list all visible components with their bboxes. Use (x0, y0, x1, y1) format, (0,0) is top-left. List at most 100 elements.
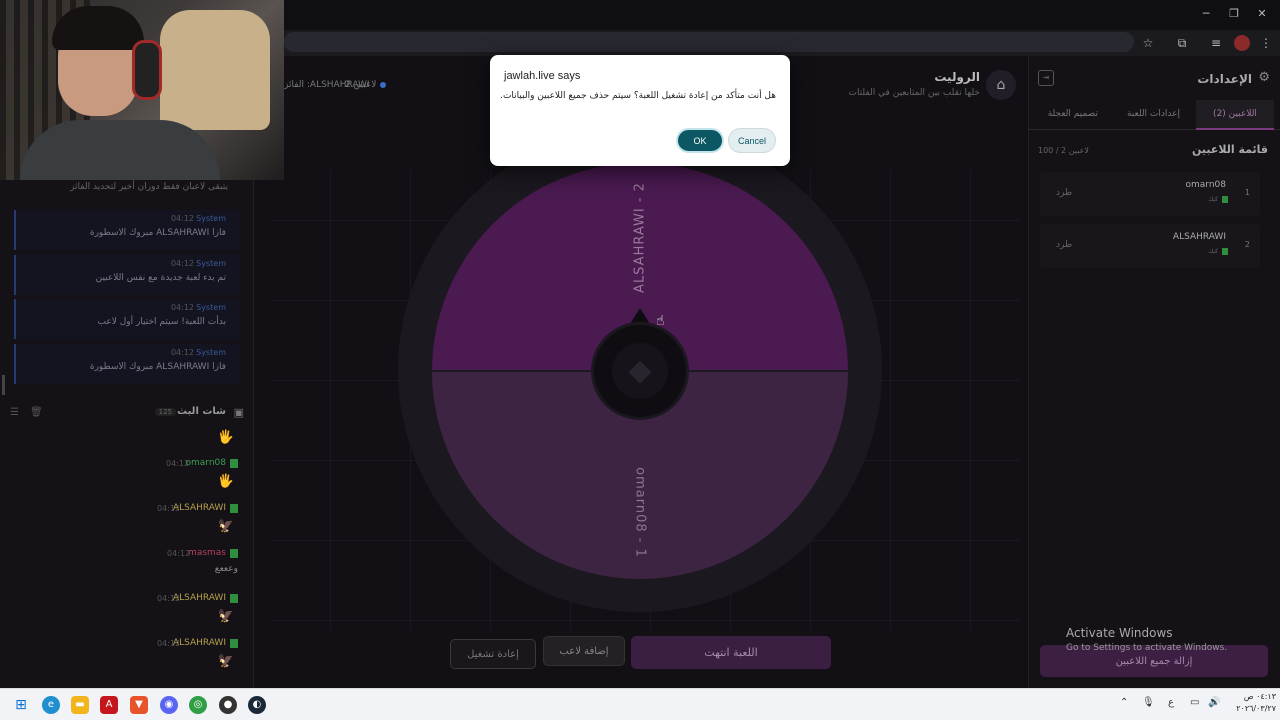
game-over-button[interactable]: اللعبة انتهت (631, 636, 831, 669)
chat-time: 04:12 (157, 504, 181, 513)
kick-badge-icon (230, 459, 238, 468)
players-list-title: قائمة اللاعبين (1192, 143, 1268, 156)
tab-players[interactable]: اللاعبين (2) (1196, 100, 1274, 130)
player-count: 2 لاعبين (345, 80, 377, 90)
system-message-text: مبروك الاسطورة ALSAHRAWI فازا (89, 362, 226, 372)
steam-icon[interactable]: ◐ (248, 696, 266, 714)
system-message: System 04:12 تم بدء لعبة جديدة مع نفس ال… (14, 255, 240, 295)
system-message-author: System (196, 214, 226, 223)
player-platform: كيك (1208, 248, 1218, 255)
restart-button[interactable]: إعادة تشغيل (450, 639, 536, 669)
chat-username: masmas (188, 548, 226, 558)
taskbar-clock[interactable]: ٠٤:١٣ ص ٢٠٢٦/٠٣/٢٧ (1226, 691, 1276, 715)
home-button[interactable]: ⌂ (986, 70, 1016, 100)
system-message-text: مبروك الاسطورة ALSAHRAWI فازا (89, 228, 226, 238)
wolf-logo-icon: ◆ (612, 343, 668, 399)
live-chat-title: شات البث (177, 406, 226, 417)
media-control-icon[interactable]: ≡ (1208, 35, 1224, 51)
player-index: 1 (1244, 188, 1250, 197)
tray-overflow-chevron-icon[interactable]: ⌃ (1120, 697, 1128, 708)
chat-username: ALSAHRAWI (172, 593, 226, 603)
address-bar[interactable] (284, 32, 1134, 52)
dialog-title: jawlah.live says (504, 70, 581, 82)
minimize-button[interactable]: ─ (1196, 6, 1216, 22)
chat-message: ALSAHRAWI 04:12 🦅 (0, 593, 254, 633)
chrome-browser-icon[interactable]: ◎ (189, 696, 207, 714)
system-message-author: System (196, 259, 226, 268)
chat-scrollbar[interactable] (2, 375, 5, 395)
edge-browser-icon[interactable]: e (42, 696, 60, 714)
system-message: System 04:12 مبروك الاسطورة ALSAHRAWI فا… (14, 344, 240, 384)
live-status-dot (380, 82, 386, 88)
browser-menu-icon[interactable]: ⋮ (1258, 35, 1274, 51)
collapse-panel-icon[interactable]: ⇥ (1038, 70, 1054, 86)
system-message-author: System (196, 348, 226, 357)
chat-bubble-icon: ▣ (233, 406, 244, 419)
activate-windows-title: Activate Windows (1066, 626, 1173, 640)
brave-browser-icon[interactable]: ▼ (130, 696, 148, 714)
kick-badge-icon (230, 594, 238, 603)
network-icon[interactable]: ▭ (1190, 697, 1199, 708)
close-button[interactable]: ✕ (1252, 6, 1272, 22)
settings-tabs: اللاعبين (2) إعدادات اللعبة تصميم العجلة (1028, 100, 1280, 130)
tab-game-settings[interactable]: إعدادات اللعبة (1127, 109, 1180, 119)
player-index: 2 (1244, 240, 1250, 249)
discord-icon[interactable]: ◉ (160, 696, 178, 714)
kick-badge-icon (230, 504, 238, 513)
wheel-segment-label: omarn08 - 1 (632, 467, 648, 558)
maximize-button[interactable]: ❐ (1224, 6, 1244, 22)
kick-player-button[interactable]: طرد (1056, 188, 1072, 198)
hand-cursor-icon: ☝ (656, 313, 665, 329)
webcam-chair (160, 10, 270, 130)
microphone-icon[interactable]: 🎙 (1142, 697, 1155, 708)
dialog-ok-button[interactable]: OK (676, 128, 724, 153)
chat-options-icon[interactable]: ☰ (10, 407, 19, 418)
chat-time: 04:12 (167, 549, 191, 558)
obs-studio-icon[interactable]: ● (219, 696, 237, 714)
extensions-icon[interactable]: ⧉ (1174, 35, 1190, 51)
settings-title: الإعدادات (1197, 72, 1252, 86)
add-player-button[interactable]: إضافة لاعب (543, 636, 625, 666)
chat-time: 04:12 (157, 594, 181, 603)
webcam-overlay (0, 0, 284, 180)
page-subtitle: خلها تقلب بين المتابعين في الفلتات (848, 88, 980, 98)
input-language-indicator[interactable]: ع (1168, 697, 1174, 708)
live-chat-count-badge: 125 (154, 408, 176, 416)
home-icon: ⌂ (996, 77, 1006, 93)
windows-start-icon[interactable]: ⊞ (12, 696, 30, 714)
system-message-time: 04:12 (170, 214, 194, 223)
kick-badge-icon (1222, 196, 1228, 203)
system-message: System 04:12 بدأت اللعبة! سيتم اختيار أو… (14, 299, 240, 339)
acrobat-icon[interactable]: A (100, 696, 118, 714)
grid-line (970, 170, 971, 630)
grid-line (330, 170, 331, 630)
profile-avatar-icon[interactable] (1234, 35, 1250, 51)
confirm-dialog: jawlah.live says هل أنت متأكد من إعادة ت… (490, 55, 790, 166)
player-row: 2 ALSAHRAWI كيك طرد (1040, 224, 1260, 268)
player-platform: كيك (1208, 196, 1218, 203)
chat-message: masmas 04:12 وعععع (0, 548, 254, 588)
clear-chat-trash-icon[interactable]: 🗑 (30, 407, 43, 418)
system-message-time: 04:12 (170, 259, 194, 268)
player-row: 1 omarn08 كيك طرد (1040, 172, 1260, 216)
chat-time: 04:12 (166, 459, 190, 468)
file-explorer-icon[interactable]: ▬ (71, 696, 89, 714)
volume-icon[interactable]: 🔊 (1208, 697, 1220, 708)
dialog-cancel-button[interactable]: Cancel (728, 128, 776, 153)
tab-wheel-design[interactable]: تصميم العجلة (1048, 109, 1098, 119)
wheel-segment-label: ALSAHRAWI - 2 (632, 182, 648, 293)
chat-time: 04:12 (157, 639, 181, 648)
chat-message-text: 🦅 (217, 519, 234, 534)
kick-player-button[interactable]: طرد (1056, 240, 1072, 250)
chat-message-text: 🖐 (217, 474, 234, 489)
chat-message-text: 🖐 (217, 430, 234, 445)
system-message-text: تم بدء لعبة جديدة مع نفس اللاعبين (95, 273, 226, 283)
player-name: ALSAHRAWI (1172, 232, 1226, 242)
chat-username: ALSAHRAWI (172, 638, 226, 648)
clock-time: ٠٤:١٣ ص (1243, 692, 1276, 701)
bookmark-star-icon[interactable]: ☆ (1140, 35, 1156, 51)
chat-username: ALSAHRAWI (172, 503, 226, 513)
webcam-person-body (20, 120, 220, 180)
gear-icon: ⚙ (1258, 70, 1270, 85)
grid-line (890, 170, 891, 630)
